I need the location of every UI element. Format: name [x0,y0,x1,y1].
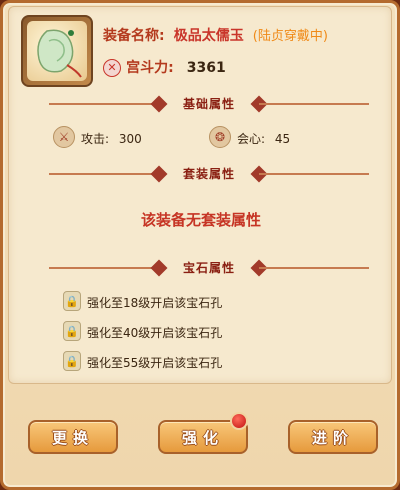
gem-slot-1: 强化至18级开启该宝石孔 [87,296,223,310]
gem-slot-3: 强化至55级开启该宝石孔 [87,356,223,370]
crit-icon: ❂ [209,126,231,148]
lock-icon: 🔒 [63,321,81,341]
gem-slot-2: 强化至40级开启该宝石孔 [87,326,223,340]
base-attrs-header: 基础属性 [49,95,369,113]
gem-attrs-header: 宝石属性 [49,259,369,277]
lock-icon: 🔒 [63,291,81,311]
replace-button[interactable]: 更换 [28,420,118,454]
set-attrs-header: 套装属性 [49,165,369,183]
notification-dot [230,412,248,430]
equipped-status: (陆贞穿戴中) [252,29,328,44]
item-power-row: ✕ 宫斗力: 3361 [103,57,226,77]
item-name-row: 装备名称: 极品太儒玉 (陆贞穿戴中) [103,25,328,45]
advance-button[interactable]: 进阶 [288,420,378,454]
crit-value: 45 [274,132,291,146]
crit-label: 会心: [237,132,269,146]
set-attrs-title: 套装属性 [182,167,236,181]
jade-pendant-icon[interactable] [21,15,93,87]
crit-attr: 会心: 45 [237,130,290,147]
gem-attrs-title: 宝石属性 [182,261,236,275]
item-name-label: 装备名称: [103,28,165,44]
base-attrs-title: 基础属性 [182,97,236,111]
power-icon: ✕ [103,58,121,77]
lock-icon: 🔒 [63,351,81,371]
power-label: 宫斗力: [126,60,174,76]
attack-attr: 攻击: 300 [81,130,142,147]
item-name-value: 极品太儒玉 [173,28,244,44]
equipment-info-panel: 装备名称: 极品太儒玉 (陆贞穿戴中) ✕ 宫斗力: 3361 基础属性 ⚔ 攻… [8,6,392,384]
no-set-message: 该装备无套装属性 [140,211,261,229]
power-value: 3361 [186,60,226,76]
attack-label: 攻击: [81,132,113,146]
attack-value: 300 [118,132,142,146]
sword-icon: ⚔ [53,126,75,148]
